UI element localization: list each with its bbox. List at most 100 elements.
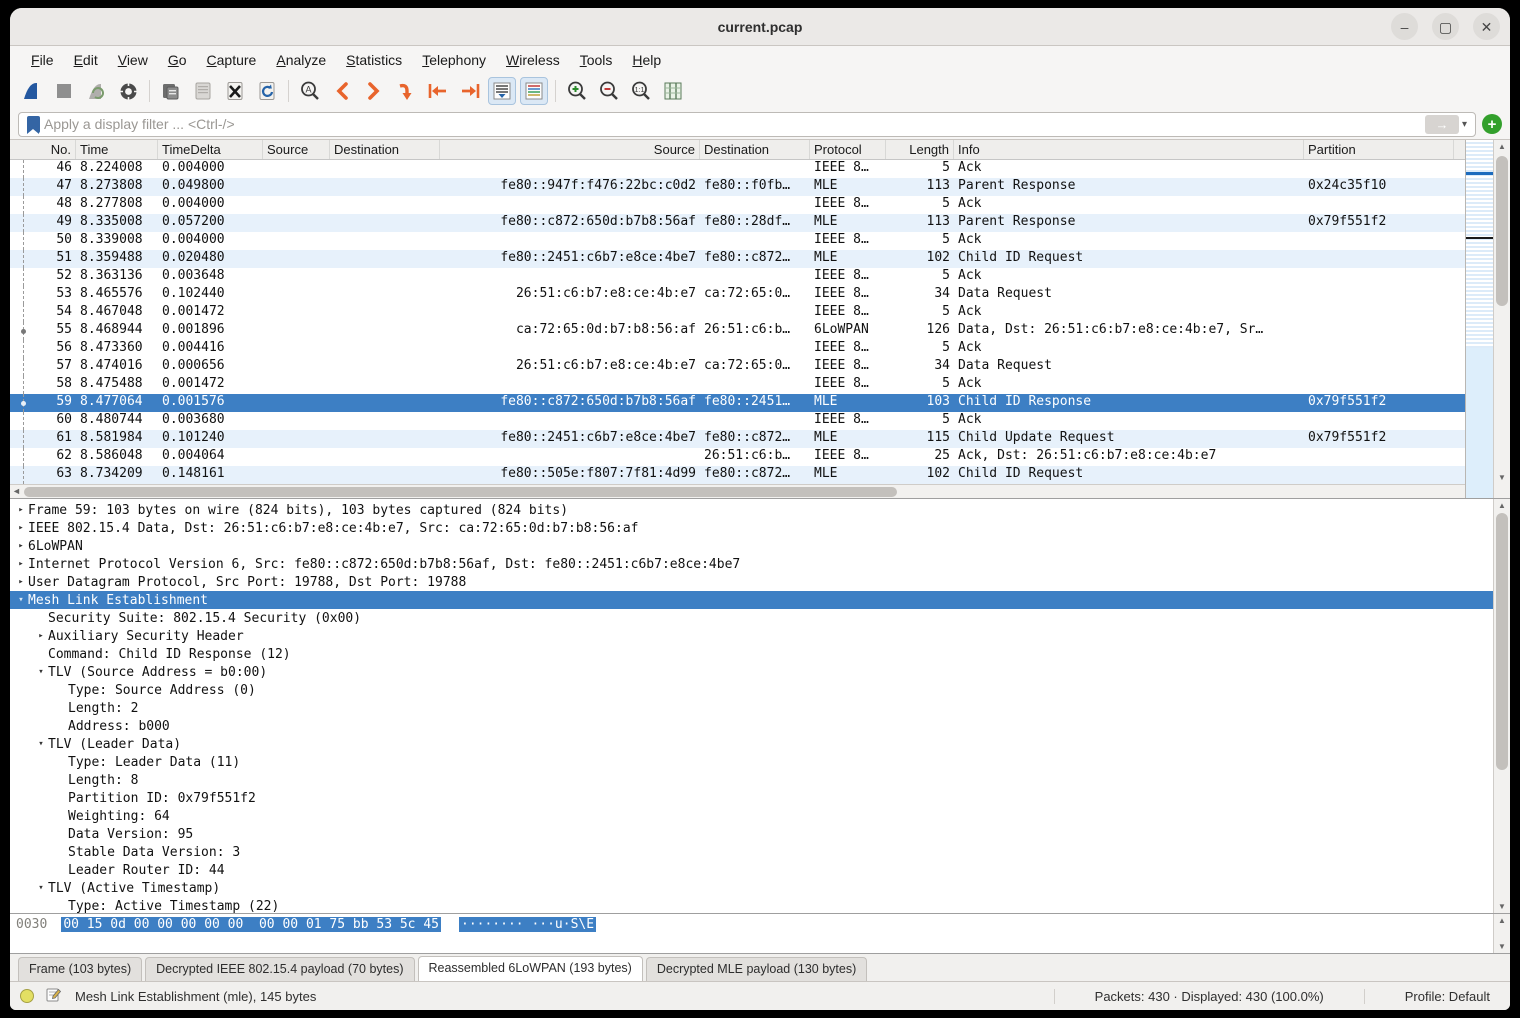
bytes-down-arrow-icon[interactable]: ▼ bbox=[1498, 942, 1506, 951]
byte-tab-frame-103-bytes-[interactable]: Frame (103 bytes) bbox=[18, 957, 142, 981]
column-header-time[interactable]: Time bbox=[76, 140, 158, 159]
collapsed-arrow-icon[interactable]: ▸ bbox=[14, 577, 28, 587]
details-scroll-thumb[interactable] bbox=[1496, 513, 1508, 770]
packet-row-50[interactable]: 508.3390080.004000IEEE 8…5Ack bbox=[10, 232, 1465, 250]
packet-row-48[interactable]: 488.2778080.004000IEEE 8…5Ack bbox=[10, 196, 1465, 214]
colorize-icon[interactable] bbox=[520, 77, 548, 105]
zoom-original-icon[interactable]: 1:1 bbox=[627, 77, 655, 105]
detail-line[interactable]: ▸Internet Protocol Version 6, Src: fe80:… bbox=[10, 555, 1493, 573]
expanded-arrow-icon[interactable]: ▾ bbox=[14, 595, 28, 605]
reload-file-icon[interactable] bbox=[253, 77, 281, 105]
menu-view[interactable]: View bbox=[109, 49, 157, 71]
zoom-out-icon[interactable] bbox=[595, 77, 623, 105]
bytes-vscrollbar[interactable]: ▲ ▼ bbox=[1493, 914, 1510, 953]
detail-line[interactable]: Command: Child ID Response (12) bbox=[10, 645, 1493, 663]
display-filter-input[interactable] bbox=[44, 116, 1425, 132]
add-filter-button[interactable]: + bbox=[1482, 114, 1502, 134]
go-back-icon[interactable] bbox=[328, 77, 356, 105]
expanded-arrow-icon[interactable]: ▾ bbox=[34, 883, 48, 893]
menu-telephony[interactable]: Telephony bbox=[413, 49, 495, 71]
start-capture-icon[interactable] bbox=[18, 77, 46, 105]
menu-help[interactable]: Help bbox=[623, 49, 670, 71]
menu-edit[interactable]: Edit bbox=[65, 49, 107, 71]
detail-line[interactable]: ▸6LoWPAN bbox=[10, 537, 1493, 555]
details-up-arrow-icon[interactable]: ▲ bbox=[1498, 501, 1506, 510]
column-header-info[interactable]: Info bbox=[954, 140, 1304, 159]
packet-row-56[interactable]: 568.4733600.004416IEEE 8…5Ack bbox=[10, 340, 1465, 358]
expert-info-icon[interactable] bbox=[20, 989, 34, 1003]
minimize-button[interactable]: – bbox=[1391, 13, 1418, 40]
collapsed-arrow-icon[interactable]: ▸ bbox=[14, 505, 28, 515]
detail-line[interactable]: ▾TLV (Active Timestamp) bbox=[10, 879, 1493, 897]
vscroll-up-arrow-icon[interactable]: ▲ bbox=[1498, 142, 1506, 151]
packet-list-vscrollbar[interactable]: ▲ ▼ bbox=[1493, 140, 1510, 498]
detail-line[interactable]: Type: Source Address (0) bbox=[10, 681, 1493, 699]
go-last-packet-icon[interactable] bbox=[456, 77, 484, 105]
capture-options-icon[interactable] bbox=[114, 77, 142, 105]
column-header-destination[interactable]: Destination bbox=[700, 140, 810, 159]
packet-row-51[interactable]: 518.3594880.020480fe80::2451:c6b7:e8ce:4… bbox=[10, 250, 1465, 268]
collapsed-arrow-icon[interactable]: ▸ bbox=[14, 559, 28, 569]
zoom-in-icon[interactable] bbox=[563, 77, 591, 105]
display-filter-field[interactable]: → ▾ bbox=[18, 112, 1476, 137]
go-first-packet-icon[interactable] bbox=[424, 77, 452, 105]
detail-line[interactable]: Weighting: 64 bbox=[10, 807, 1493, 825]
packet-row-57[interactable]: 578.4740160.00065626:51:c6:b7:e8:ce:4b:e… bbox=[10, 358, 1465, 376]
restart-capture-icon[interactable] bbox=[82, 77, 110, 105]
detail-line[interactable]: ▸Frame 59: 103 bytes on wire (824 bits),… bbox=[10, 501, 1493, 519]
column-header-destination[interactable]: Destination bbox=[330, 140, 440, 159]
detail-line[interactable]: Data Version: 95 bbox=[10, 825, 1493, 843]
packet-row-49[interactable]: 498.3350080.057200fe80::c872:650d:b7b8:5… bbox=[10, 214, 1465, 232]
packet-row-53[interactable]: 538.4655760.10244026:51:c6:b7:e8:ce:4b:e… bbox=[10, 286, 1465, 304]
packet-row-47[interactable]: 478.2738080.049800fe80::947f:f476:22bc:c… bbox=[10, 178, 1465, 196]
packet-row-59[interactable]: 598.4770640.001576fe80::c872:650d:b7b8:5… bbox=[10, 394, 1465, 412]
hscroll-thumb[interactable] bbox=[24, 487, 897, 497]
expanded-arrow-icon[interactable]: ▾ bbox=[34, 739, 48, 749]
stop-capture-icon[interactable] bbox=[50, 77, 78, 105]
packet-row-55[interactable]: 558.4689440.001896ca:72:65:0d:b7:b8:56:a… bbox=[10, 322, 1465, 340]
detail-line[interactable]: ▾Mesh Link Establishment bbox=[10, 591, 1493, 609]
close-file-icon[interactable] bbox=[221, 77, 249, 105]
column-header-partition[interactable]: Partition bbox=[1304, 140, 1454, 159]
byte-tab-decrypted-ieee-802-15-4-payload-70-bytes-[interactable]: Decrypted IEEE 802.15.4 payload (70 byte… bbox=[145, 957, 414, 981]
menu-statistics[interactable]: Statistics bbox=[337, 49, 411, 71]
detail-line[interactable]: Security Suite: 802.15.4 Security (0x00) bbox=[10, 609, 1493, 627]
find-packet-icon[interactable]: A bbox=[296, 77, 324, 105]
hscroll-left-arrow-icon[interactable]: ◄ bbox=[12, 486, 21, 496]
menu-wireless[interactable]: Wireless bbox=[497, 49, 569, 71]
hex-row[interactable]: 0030 00 15 0d 00 00 00 00 00 00 00 01 75… bbox=[16, 917, 1487, 932]
collapsed-arrow-icon[interactable]: ▸ bbox=[34, 631, 48, 641]
apply-filter-icon[interactable]: → bbox=[1425, 115, 1459, 134]
detail-line[interactable]: ▸IEEE 802.15.4 Data, Dst: 26:51:c6:b7:e8… bbox=[10, 519, 1493, 537]
column-header-source[interactable]: Source bbox=[440, 140, 700, 159]
resize-columns-icon[interactable] bbox=[659, 77, 687, 105]
menu-go[interactable]: Go bbox=[159, 49, 196, 71]
column-header-protocol[interactable]: Protocol bbox=[810, 140, 886, 159]
packet-row-46[interactable]: 468.2240080.004000IEEE 8…5Ack bbox=[10, 160, 1465, 178]
collapsed-arrow-icon[interactable]: ▸ bbox=[14, 541, 28, 551]
packet-minimap[interactable] bbox=[1465, 140, 1493, 498]
column-header-no[interactable]: No. bbox=[10, 140, 76, 159]
expanded-arrow-icon[interactable]: ▾ bbox=[34, 667, 48, 677]
column-header-length[interactable]: Length bbox=[886, 140, 954, 159]
go-to-packet-icon[interactable] bbox=[392, 77, 420, 105]
hex-bytes-selected[interactable]: 00 15 0d 00 00 00 00 00 00 00 01 75 bb 5… bbox=[61, 917, 441, 932]
detail-line[interactable]: ▸User Datagram Protocol, Src Port: 19788… bbox=[10, 573, 1493, 591]
auto-scroll-icon[interactable] bbox=[488, 77, 516, 105]
detail-line[interactable]: Length: 2 bbox=[10, 699, 1493, 717]
column-header-source[interactable]: Source bbox=[263, 140, 330, 159]
packet-row-54[interactable]: 548.4670480.001472IEEE 8…5Ack bbox=[10, 304, 1465, 322]
status-profile[interactable]: Profile: Default bbox=[1364, 989, 1490, 1004]
capture-comment-icon[interactable] bbox=[46, 987, 61, 1005]
bytes-up-arrow-icon[interactable]: ▲ bbox=[1498, 916, 1506, 925]
packet-row-61[interactable]: 618.5819840.101240fe80::2451:c6b7:e8ce:4… bbox=[10, 430, 1465, 448]
open-file-icon[interactable] bbox=[157, 77, 185, 105]
save-file-icon[interactable] bbox=[189, 77, 217, 105]
detail-line[interactable]: Address: b000 bbox=[10, 717, 1493, 735]
maximize-button[interactable]: ▢ bbox=[1432, 13, 1459, 40]
detail-line[interactable]: Partition ID: 0x79f551f2 bbox=[10, 789, 1493, 807]
hex-ascii-selected[interactable]: ········ ···u·S\E bbox=[459, 917, 596, 932]
menu-capture[interactable]: Capture bbox=[198, 49, 266, 71]
filter-bookmark-icon[interactable] bbox=[27, 116, 40, 133]
details-vscrollbar[interactable]: ▲ ▼ bbox=[1493, 499, 1510, 913]
